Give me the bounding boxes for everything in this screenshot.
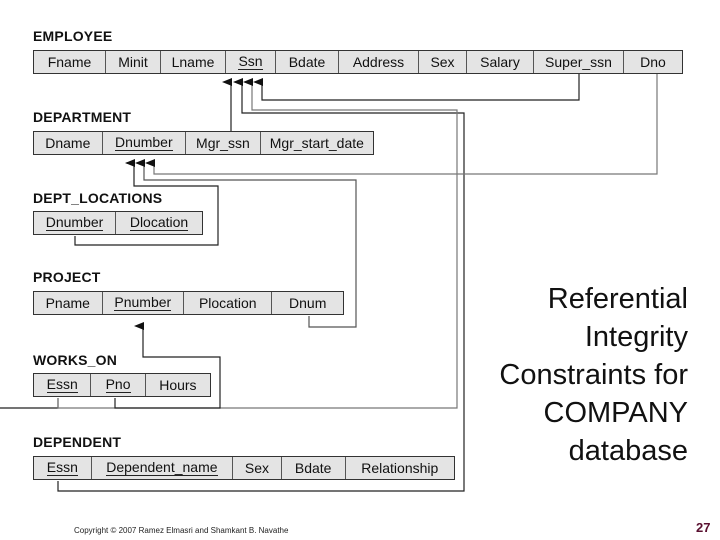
project-attr-dnum: Dnum bbox=[289, 295, 327, 311]
copyright-notice: Copyright © 2007 Ramez Elmasri and Shamk… bbox=[74, 526, 289, 535]
department-attr-mgr-start-date: Mgr_start_date bbox=[269, 135, 364, 151]
employee-attr-super-ssn: Super_ssn bbox=[534, 51, 624, 73]
department-attr-mgr-ssn: Mgr_ssn bbox=[186, 132, 261, 154]
employee-table: Fname Minit Lname Ssn Bdate Address Sex … bbox=[33, 50, 683, 74]
dependent-title: DEPENDENT bbox=[33, 434, 122, 450]
employee-attr-lname: Lname bbox=[161, 51, 226, 73]
works-on-title: WORKS_ON bbox=[33, 352, 118, 368]
employee-attr-fname: Fname bbox=[34, 51, 106, 73]
department-attr-dname: Dname bbox=[34, 132, 103, 154]
link-works-on-essn-to-ssn bbox=[0, 398, 59, 409]
dependent-attr-sex: Sex bbox=[233, 457, 282, 479]
dependent-attr-essn: Essn bbox=[34, 457, 92, 479]
employee-attr-address: Address bbox=[339, 51, 419, 73]
employee-attr-sex: Sex bbox=[419, 51, 467, 73]
project-attr-pname: Pname bbox=[34, 292, 103, 314]
dependent-attr-dependent-name: Dependent_name bbox=[92, 457, 234, 479]
dept-locations-attr-dlocation: Dlocation bbox=[129, 214, 189, 231]
slide-title: Referential Integrity Constraints for CO… bbox=[499, 283, 688, 467]
project-table: Pname Pnumber Plocation Dnum bbox=[33, 291, 344, 315]
project-title: PROJECT bbox=[33, 269, 101, 285]
employee-attr-salary: Salary bbox=[467, 51, 534, 73]
works-on-table: Essn Pno Hours bbox=[33, 373, 211, 397]
dependent-attr-bdate: Bdate bbox=[282, 457, 346, 479]
dept-locations-title: DEPT_LOCATIONS bbox=[33, 190, 163, 206]
works-on-attr-essn: Essn bbox=[34, 374, 92, 396]
page-number: 27 bbox=[696, 520, 711, 535]
employee-title: EMPLOYEE bbox=[33, 28, 113, 44]
employee-attr-ssn: Ssn bbox=[226, 51, 276, 73]
dependent-table: Essn Dependent_name Sex Bdate Relationsh… bbox=[33, 456, 455, 480]
works-on-attr-hours: Hours bbox=[159, 377, 197, 393]
dependent-attr-relationship: Relationship bbox=[361, 460, 439, 476]
employee-attr-minit: Minit bbox=[106, 51, 161, 73]
department-title: DEPARTMENT bbox=[33, 109, 132, 125]
department-attr-dnumber: Dnumber bbox=[103, 132, 187, 154]
link-super-ssn-to-ssn bbox=[253, 74, 580, 101]
department-table: Dname Dnumber Mgr_ssn Mgr_start_date bbox=[33, 131, 374, 155]
employee-attr-dno: Dno bbox=[640, 54, 666, 70]
link-dno-to-dnumber bbox=[145, 74, 658, 175]
employee-attr-bdate: Bdate bbox=[276, 51, 339, 73]
dept-locations-table: Dnumber Dlocation bbox=[33, 211, 203, 235]
project-attr-pnumber: Pnumber bbox=[103, 292, 185, 314]
project-attr-plocation: Plocation bbox=[184, 292, 273, 314]
dept-locations-attr-dnumber: Dnumber bbox=[34, 212, 117, 234]
works-on-attr-pno: Pno bbox=[91, 374, 146, 396]
